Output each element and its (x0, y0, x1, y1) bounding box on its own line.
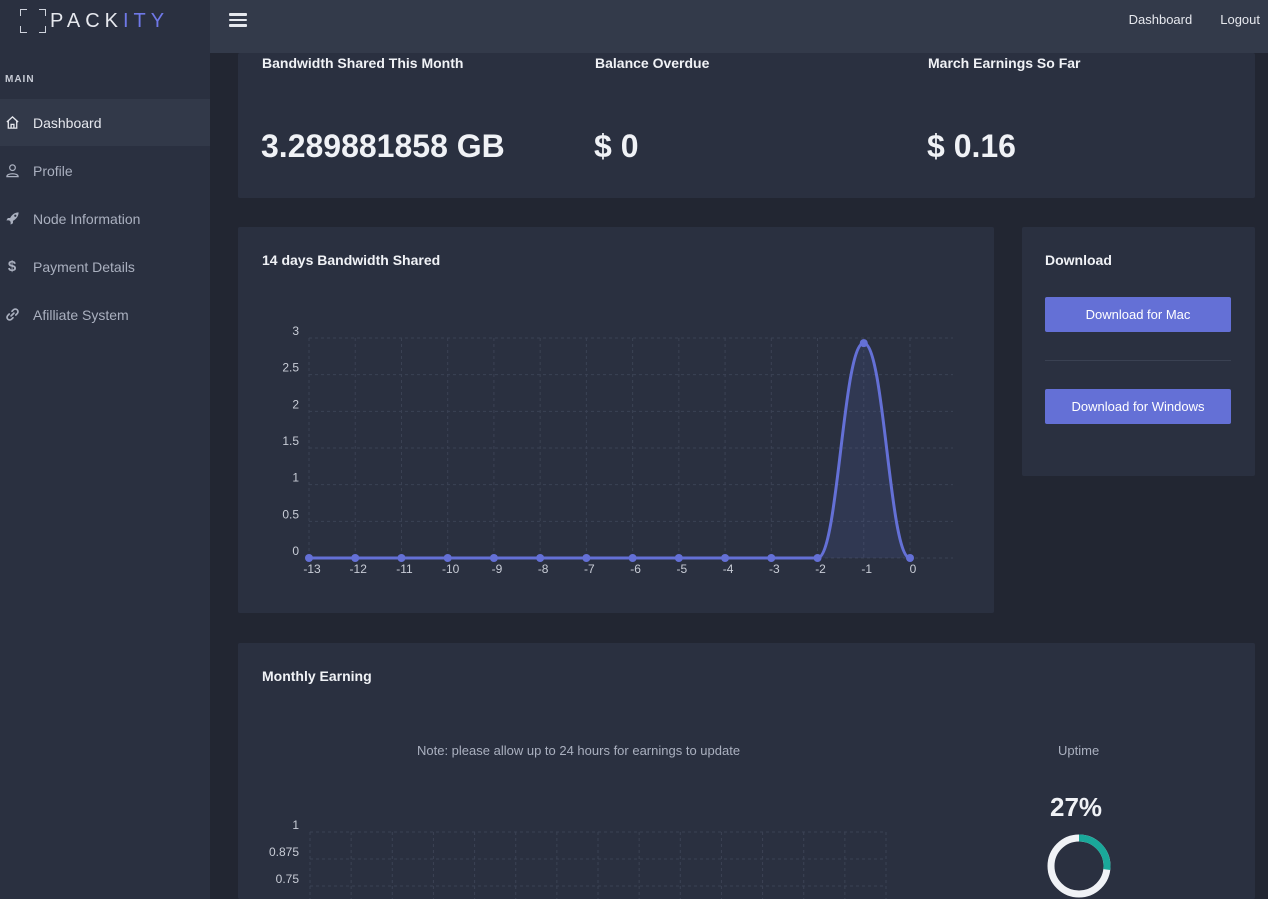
x-tick-label: -6 (630, 562, 641, 576)
x-tick-label: -12 (350, 562, 368, 576)
monthly-earning-title: Monthly Earning (262, 668, 372, 684)
x-tick-label: -13 (303, 562, 321, 576)
x-tick-label: -9 (492, 562, 503, 576)
user-icon (4, 163, 20, 179)
y-tick-label: 3 (292, 324, 299, 338)
y-tick-label: 1 (292, 819, 299, 832)
packity-logo[interactable]: PACKITY (20, 9, 169, 33)
logo-mark-icon (20, 9, 46, 33)
sidebar-item-node-information[interactable]: Node Information (0, 195, 210, 242)
top-link-dashboard[interactable]: Dashboard (1129, 12, 1193, 27)
x-tick-label: -2 (815, 562, 826, 576)
y-tick-label: 0.75 (276, 872, 300, 886)
y-tick-label: 2 (292, 397, 299, 411)
data-point (767, 554, 776, 562)
download-divider (1045, 360, 1231, 361)
y-tick-label: 1 (292, 471, 299, 485)
data-point (397, 554, 406, 562)
data-point (674, 554, 683, 562)
y-tick-label: 0.5 (282, 507, 299, 521)
x-tick-label: 0 (910, 562, 917, 576)
x-tick-label: -11 (396, 562, 413, 576)
sidebar-item-dashboard[interactable]: Dashboard (0, 99, 210, 146)
sidebar-item-label: Node Information (33, 210, 141, 227)
uptime-ring (1047, 834, 1111, 898)
data-point (721, 554, 730, 562)
download-mac-button[interactable]: Download for Mac (1045, 297, 1231, 332)
logo-text-part1: PACK (50, 9, 123, 32)
y-tick-label: 2.5 (282, 361, 299, 375)
x-tick-label: -1 (861, 562, 872, 576)
link-icon (4, 307, 20, 323)
home-icon (4, 115, 20, 131)
data-point (906, 554, 914, 562)
sidebar-item-label: Dashboard (33, 114, 102, 131)
data-point (305, 554, 313, 562)
series-line (309, 341, 911, 560)
sidebar-item-payment-details[interactable]: $ Payment Details (0, 243, 210, 290)
data-point (582, 554, 591, 562)
logo-text: PACKITY (50, 10, 169, 33)
data-point (859, 339, 868, 348)
monthly-earning-chart: 0.75 0.875 1 (269, 819, 887, 899)
uptime-value: 27% (1050, 792, 1103, 822)
data-point (813, 554, 822, 562)
stat-value-balance: $ 0 (594, 128, 639, 164)
stat-value-bandwidth: 3.289881858 GB (261, 128, 505, 164)
sidebar-item-profile[interactable]: Profile (0, 147, 210, 194)
rocket-icon (4, 211, 20, 227)
uptime-label: Uptime (1058, 743, 1100, 758)
earnings-note: Note: please allow up to 24 hours for ea… (417, 743, 741, 758)
data-point (628, 554, 637, 562)
y-tick-label: 1.5 (282, 434, 299, 448)
stats-card (238, 53, 1255, 198)
logo-text-part2: ITY (122, 9, 170, 32)
x-tick-label: -10 (442, 562, 460, 576)
y-tick-label: 0.875 (269, 845, 299, 859)
x-tick-label: -8 (538, 562, 549, 576)
uptime-ring-progress (1078, 834, 1111, 870)
sidebar-item-label: Afilliate System (33, 306, 129, 323)
data-point (489, 554, 498, 562)
y-tick-label: 0 (292, 544, 299, 558)
top-links: Dashboard Logout (1129, 12, 1260, 27)
menu-toggle-icon[interactable] (229, 13, 247, 27)
x-tick-label: -4 (723, 562, 734, 576)
bandwidth-chart: 00.511.522.53-13 -12 -11 -10 -9 -8 -7 -6 -5 -4 -3-… (282, 324, 953, 576)
dollar-icon: $ (7, 258, 17, 275)
sidebar-item-label: Profile (33, 162, 73, 179)
bandwidth-chart-title: 14 days Bandwidth Shared (262, 252, 441, 268)
x-tick-label: -5 (677, 562, 688, 576)
x-tick-label: -7 (584, 562, 595, 576)
sidebar-item-label: Payment Details (33, 258, 135, 275)
data-point (351, 554, 360, 562)
sidebar-nav: Dashboard Profile Node Information $ Pay… (0, 99, 210, 339)
sidebar-item-affiliate-system[interactable]: Afilliate System (0, 291, 210, 338)
stat-value-earnings: $ 0.16 (927, 128, 1016, 164)
series-area (309, 343, 910, 558)
stat-label-bandwidth: Bandwidth Shared This Month (262, 55, 464, 71)
data-point (536, 554, 545, 562)
download-windows-button[interactable]: Download for Windows (1045, 389, 1231, 424)
data-point (443, 554, 452, 562)
download-title: Download (1045, 252, 1112, 268)
nav-section-title: MAIN (5, 74, 35, 85)
sidebar: PACKITY MAIN Dashboard Profile Node Info… (0, 0, 210, 899)
x-tick-label: -3 (769, 562, 780, 576)
top-bar: Dashboard Logout (210, 0, 1268, 53)
stat-label-balance: Balance Overdue (595, 55, 710, 71)
top-link-logout[interactable]: Logout (1220, 12, 1260, 27)
stat-label-earnings: March Earnings So Far (928, 55, 1081, 71)
